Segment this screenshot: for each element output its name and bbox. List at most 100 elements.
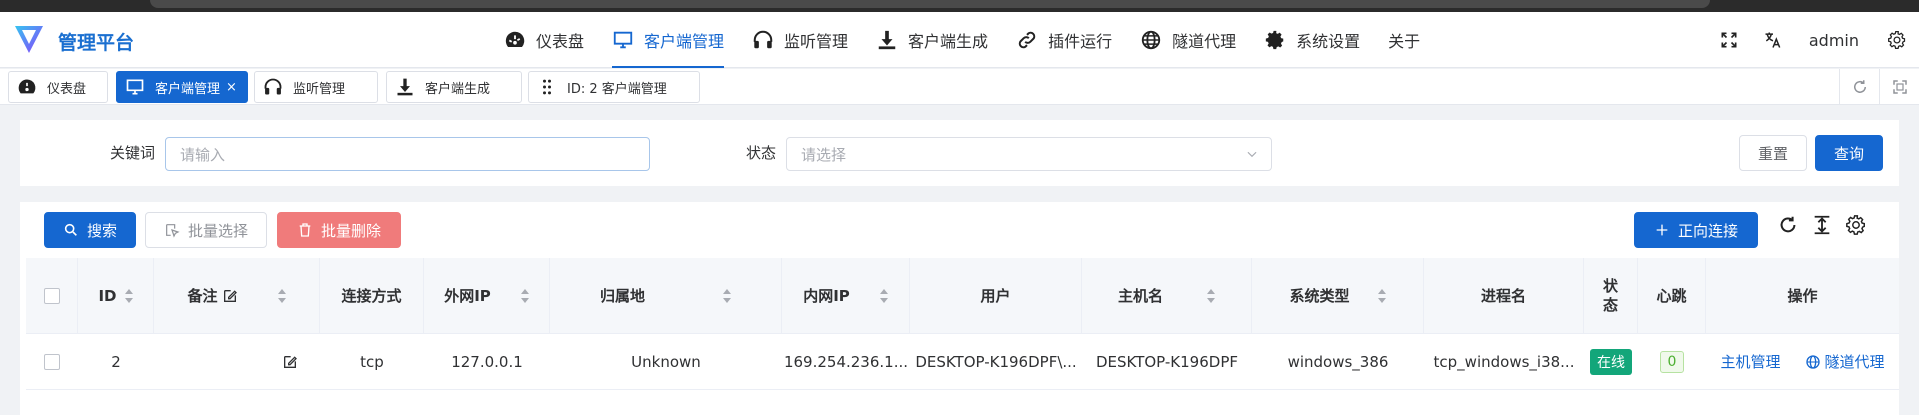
header-right: admin — [1707, 12, 1919, 68]
search-button[interactable]: 搜索 — [44, 212, 136, 248]
cell-user: DESKTOP-K196DPF\... — [915, 352, 1077, 371]
nav-label: 客户端生成 — [908, 32, 989, 51]
cell-actions: 主机管理 隧道代理 — [1706, 334, 1899, 389]
tab-client-detail[interactable]: ID: 2 客户端管理 — [528, 71, 700, 103]
table-card: 搜索 批量选择 批量删除 正向连接 ID 备注 连接方式 外网IP 归属地 内网… — [20, 202, 1899, 415]
batch-delete-button[interactable]: 批量删除 — [277, 212, 401, 248]
col-hostname[interactable]: 主机名 — [1082, 258, 1252, 333]
maximize-icon — [1892, 80, 1907, 94]
maximize-tab-button[interactable] — [1879, 69, 1919, 105]
col-location[interactable]: 归属地 — [550, 258, 782, 333]
column-settings-icon[interactable] — [1845, 214, 1867, 236]
tab-client-management[interactable]: 客户端管理 × — [116, 71, 248, 103]
col-label: 连接方式 — [341, 287, 402, 305]
sort-icon[interactable] — [879, 288, 888, 303]
cell-heartbeat: 0 — [1638, 334, 1706, 389]
tab-client-generation[interactable]: 客户端生成 — [386, 71, 522, 103]
logo-icon — [15, 26, 43, 53]
download-icon — [878, 30, 896, 50]
nav-item-client-management[interactable]: 客户端管理 — [598, 12, 738, 68]
nav-label: 仪表盘 — [536, 32, 585, 51]
reset-button[interactable]: 重置 — [1739, 135, 1807, 171]
select-icon — [166, 224, 180, 238]
tab-listener-management[interactable]: 监听管理 — [254, 71, 378, 103]
col-id[interactable]: ID — [78, 258, 154, 333]
table-header: ID 备注 连接方式 外网IP 归属地 内网IP 用户 主机名 系统类型 进程名… — [26, 258, 1899, 334]
user-name[interactable]: admin — [1809, 31, 1859, 50]
col-label: 外网IP — [444, 287, 491, 305]
forward-connect-button[interactable]: 正向连接 — [1634, 212, 1758, 248]
refresh-icon[interactable] — [1777, 214, 1799, 236]
sort-icon[interactable] — [124, 288, 133, 303]
nav-item-dashboard[interactable]: 仪表盘 — [490, 12, 598, 68]
row-checkbox[interactable] — [44, 353, 60, 370]
col-label: 主机名 — [1117, 287, 1163, 305]
keyword-input[interactable]: 请输入 — [165, 137, 650, 171]
cell-wan-ip: 127.0.0.1 — [451, 352, 523, 371]
monitor-icon — [613, 31, 633, 49]
col-label: 态 — [1602, 295, 1618, 314]
col-label: 归属地 — [599, 287, 645, 305]
nav-item-plugin-run[interactable]: 插件运行 — [1002, 12, 1126, 68]
sort-icon[interactable] — [520, 288, 529, 303]
tab-label: 监听管理 — [293, 81, 346, 97]
col-actions: 操作 — [1706, 258, 1899, 333]
cell-hostname: DESKTOP-K196DPF — [1095, 352, 1238, 371]
select-all-checkbox[interactable] — [43, 287, 60, 304]
batch-select-button[interactable]: 批量选择 — [145, 212, 267, 248]
tab-close-icon[interactable]: × — [226, 80, 237, 95]
col-remark[interactable]: 备注 — [154, 258, 320, 333]
app-title: 管理平台 — [58, 32, 135, 54]
col-label: 心跳 — [1656, 287, 1687, 305]
col-process: 进程名 — [1424, 258, 1584, 333]
edit-remark-icon[interactable] — [282, 354, 298, 370]
tab-label: 客户端生成 — [425, 81, 491, 97]
main-nav: 仪表盘 客户端管理 监听管理 客户端生成 插件运行 隧道代理 系统设置 关于 — [490, 12, 1434, 68]
status-select[interactable]: 请选择 — [786, 137, 1272, 171]
nav-label: 隧道代理 — [1172, 32, 1237, 51]
select-all-cell — [26, 258, 78, 333]
host-management-link[interactable]: 主机管理 — [1720, 351, 1780, 372]
nav-item-tunnel-proxy[interactable]: 隧道代理 — [1126, 12, 1250, 68]
headphones-icon — [264, 78, 282, 95]
translate-icon[interactable] — [1763, 30, 1783, 50]
tab-label: 仪表盘 — [47, 81, 87, 97]
nav-item-listener-management[interactable]: 监听管理 — [738, 12, 862, 68]
nav-item-system-settings[interactable]: 系统设置 — [1250, 12, 1374, 68]
keyword-label: 关键词 — [110, 144, 156, 162]
top-header: 管理平台 仪表盘 客户端管理 监听管理 客户端生成 插件运行 隧道代理 系统设置 — [0, 12, 1919, 68]
column-height-icon[interactable] — [1811, 214, 1833, 236]
col-status[interactable]: 状 态 — [1584, 258, 1638, 333]
settings-icon[interactable] — [1887, 30, 1907, 50]
col-os[interactable]: 系统类型 — [1252, 258, 1424, 333]
sort-icon[interactable] — [723, 288, 731, 303]
col-lan-ip[interactable]: 内网IP — [782, 258, 910, 333]
keyword-placeholder: 请输入 — [180, 145, 226, 164]
cell-os: windows_386 — [1287, 352, 1389, 371]
batch-delete-label: 批量删除 — [320, 221, 381, 240]
link-icon — [1018, 31, 1036, 49]
nav-label: 插件运行 — [1048, 32, 1113, 51]
trash-icon — [299, 223, 311, 237]
query-label: 查询 — [1833, 144, 1864, 163]
col-label: 系统类型 — [1289, 287, 1350, 305]
batch-select-label: 批量选择 — [187, 221, 248, 240]
sort-icon[interactable] — [1377, 288, 1386, 303]
sort-icon[interactable] — [1207, 288, 1215, 303]
status-label: 状态 — [746, 144, 777, 162]
heartbeat-badge: 0 — [1659, 350, 1685, 373]
tab-dashboard[interactable]: 仪表盘 — [8, 71, 108, 103]
query-button[interactable]: 查询 — [1815, 135, 1883, 171]
tunnel-proxy-label: 隧道代理 — [1824, 353, 1885, 371]
col-conn: 连接方式 — [320, 258, 424, 333]
download-icon — [397, 78, 413, 96]
refresh-tab-button[interactable] — [1839, 69, 1879, 105]
col-wan-ip[interactable]: 外网IP — [424, 258, 550, 333]
nav-item-about[interactable]: 关于 — [1374, 12, 1434, 68]
nav-item-client-generation[interactable]: 客户端生成 — [862, 12, 1002, 68]
tunnel-proxy-link[interactable]: 隧道代理 — [1805, 351, 1885, 372]
fullscreen-icon[interactable] — [1719, 30, 1739, 50]
refresh-icon — [1853, 80, 1866, 93]
col-label: ID — [98, 286, 117, 305]
sort-icon[interactable] — [277, 288, 286, 303]
